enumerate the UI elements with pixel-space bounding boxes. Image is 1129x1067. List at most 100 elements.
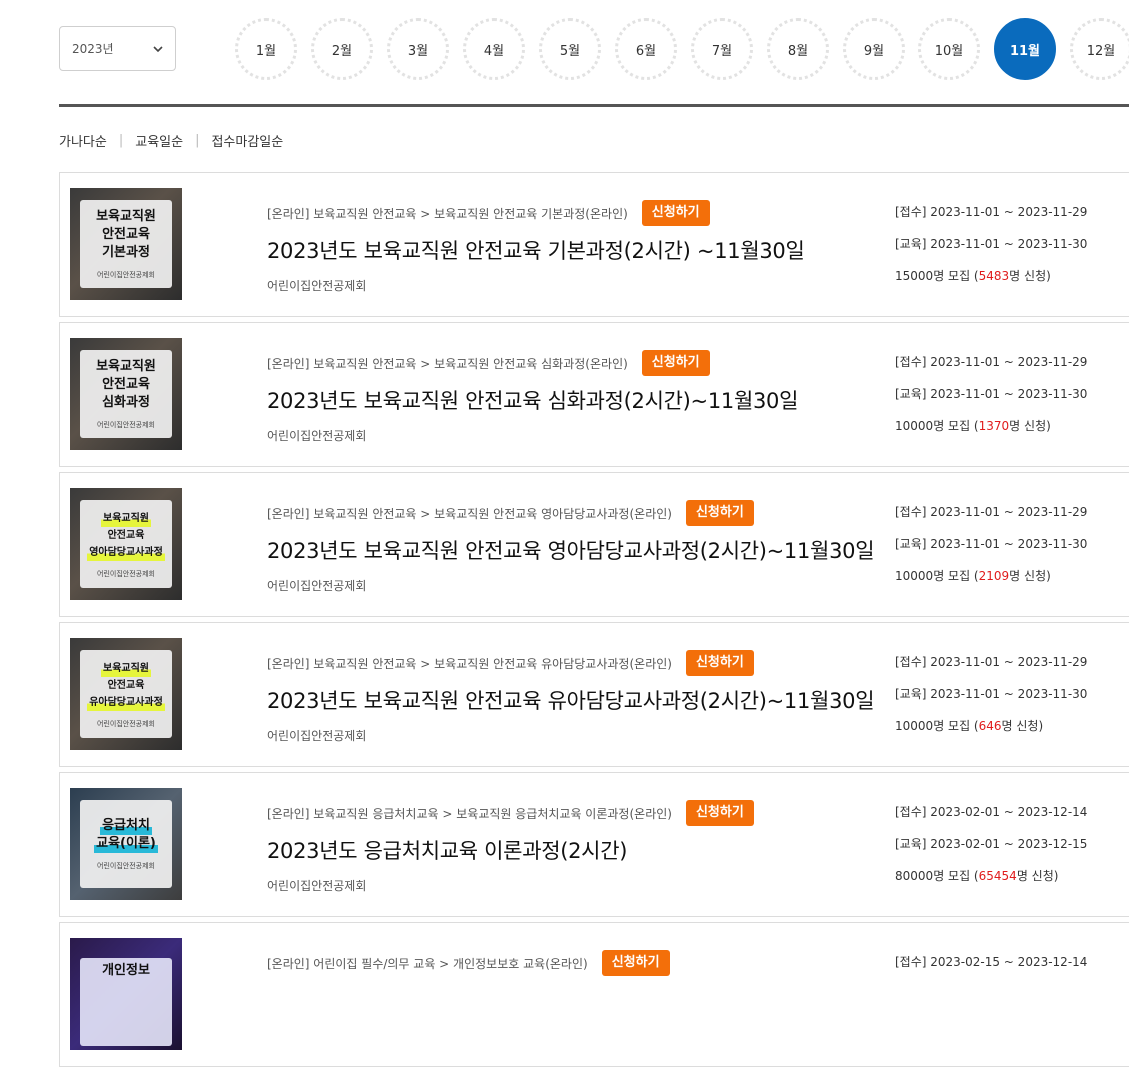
course-organization: 어린이집안전공제회 bbox=[267, 729, 367, 743]
thumbnail-text: 안전교육 bbox=[107, 529, 145, 541]
apply-button[interactable]: 신청하기 bbox=[641, 350, 710, 376]
applied-suffix: 명 신청) bbox=[1001, 719, 1044, 733]
apply-button[interactable]: 신청하기 bbox=[641, 200, 710, 226]
month-button-12[interactable]: 12월 bbox=[1070, 18, 1129, 80]
course-thumbnail[interactable]: 보육교직원 안전교육 영아담당교사과정 어린이집안전공제회 bbox=[70, 488, 182, 600]
thumbnail-text: 영아담당교사과정 bbox=[87, 543, 165, 561]
breadcrumb-text: [온라인] 어린이집 필수/의무 교육 > 개인정보보호 교육(온라인) bbox=[267, 956, 588, 971]
thumbnail-card: 보육교직원 안전교육 기본과정 어린이집안전공제회 bbox=[80, 200, 172, 288]
education-period: [교육] 2023-11-01 ~ 2023-11-30 bbox=[895, 687, 1088, 701]
thumbnail-text: 보육교직원 bbox=[101, 659, 151, 677]
month-selector: 1월 2월 3월 4월 5월 6월 7월 8월 9월 10월 11월 12월 bbox=[235, 18, 1129, 80]
capacity-count: 80000 bbox=[895, 869, 934, 883]
thumbnail-card: 보육교직원 안전교육 심화과정 어린이집안전공제회 bbox=[80, 350, 172, 438]
apply-button[interactable]: 신청하기 bbox=[601, 950, 670, 976]
thumbnail-text: 응급처치 bbox=[100, 817, 152, 835]
thumbnail-org: 어린이집안전공제회 bbox=[97, 421, 155, 429]
chevron-down-icon bbox=[151, 42, 165, 56]
thumbnail-org: 어린이집안전공제회 bbox=[97, 862, 155, 870]
applied-count: 5483 bbox=[978, 269, 1010, 283]
capacity-suffix: 명 모집 ( bbox=[933, 719, 979, 733]
sort-options: 가나다순 | 교육일순 | 접수마감일순 bbox=[59, 131, 283, 150]
thumbnail-text: 안전교육 bbox=[102, 377, 150, 392]
month-button-6[interactable]: 6월 bbox=[615, 18, 677, 80]
course-item[interactable]: 보육교직원 안전교육 기본과정 어린이집안전공제회 [온라인] 보육교직원 안전… bbox=[59, 172, 1129, 317]
month-button-4[interactable]: 4월 bbox=[463, 18, 525, 80]
course-breadcrumb: [온라인] 보육교직원 응급처치교육 > 보육교직원 응급처치교육 이론과정(온… bbox=[267, 800, 754, 826]
course-thumbnail[interactable]: 보육교직원 안전교육 기본과정 어린이집안전공제회 bbox=[70, 188, 182, 300]
month-button-5[interactable]: 5월 bbox=[539, 18, 601, 80]
course-item[interactable]: 보육교직원 안전교육 영아담당교사과정 어린이집안전공제회 [온라인] 보육교직… bbox=[59, 472, 1129, 617]
course-item[interactable]: 응급처치 교육(이론) 어린이집안전공제회 [온라인] 보육교직원 응급처치교육… bbox=[59, 772, 1129, 917]
course-organization: 어린이집안전공제회 bbox=[267, 579, 367, 593]
course-thumbnail[interactable]: 보육교직원 안전교육 심화과정 어린이집안전공제회 bbox=[70, 338, 182, 450]
thumbnail-text: 기본과정 bbox=[102, 245, 150, 260]
applied-suffix: 명 신청) bbox=[1009, 419, 1051, 433]
course-title[interactable]: 2023년도 보육교직원 안전교육 기본과정(2시간) ~11월30일 bbox=[267, 235, 805, 265]
apply-button[interactable]: 신청하기 bbox=[685, 650, 754, 676]
sort-by-name[interactable]: 가나다순 bbox=[59, 131, 107, 150]
thumbnail-card: 보육교직원 안전교육 유아담당교사과정 어린이집안전공제회 bbox=[80, 650, 172, 738]
capacity-suffix: 명 모집 ( bbox=[933, 869, 979, 883]
receipt-period: [접수] 2023-11-01 ~ 2023-11-29 bbox=[895, 205, 1088, 219]
course-title[interactable]: 2023년도 보육교직원 안전교육 심화과정(2시간)~11월30일 bbox=[267, 385, 798, 415]
month-button-7[interactable]: 7월 bbox=[691, 18, 753, 80]
course-item[interactable]: 보육교직원 안전교육 심화과정 어린이집안전공제회 [온라인] 보육교직원 안전… bbox=[59, 322, 1129, 467]
course-title[interactable]: 2023년도 보육교직원 안전교육 유아담당교사과정(2시간)~11월30일 bbox=[267, 685, 875, 715]
breadcrumb-text: [온라인] 보육교직원 안전교육 > 보육교직원 안전교육 유아담당교사과정(온… bbox=[267, 656, 672, 671]
year-select[interactable]: 2023년 bbox=[59, 26, 176, 71]
thumbnail-card: 응급처치 교육(이론) 어린이집안전공제회 bbox=[80, 800, 172, 888]
applied-count: 2109 bbox=[978, 569, 1010, 583]
course-organization: 어린이집안전공제회 bbox=[267, 279, 367, 293]
thumbnail-text: 보육교직원 bbox=[96, 209, 156, 224]
thumbnail-text: 보육교직원 bbox=[101, 509, 151, 527]
thumbnail-org: 어린이집안전공제회 bbox=[97, 719, 155, 728]
thumbnail-text: 교육(이론) bbox=[94, 835, 158, 853]
applied-count: 65454 bbox=[978, 869, 1017, 883]
course-breadcrumb: [온라인] 보육교직원 안전교육 > 보육교직원 안전교육 유아담당교사과정(온… bbox=[267, 650, 754, 676]
sort-separator: | bbox=[118, 133, 124, 148]
month-button-11[interactable]: 11월 bbox=[994, 18, 1056, 80]
thumbnail-text: 안전교육 bbox=[102, 227, 150, 242]
enrollment-status: 80000명 모집 (65454명 신청) bbox=[895, 867, 1058, 884]
applied-count: 646 bbox=[978, 719, 1002, 733]
capacity-count: 10000 bbox=[895, 569, 934, 583]
month-button-9[interactable]: 9월 bbox=[843, 18, 905, 80]
course-breadcrumb: [온라인] 어린이집 필수/의무 교육 > 개인정보보호 교육(온라인) 신청하… bbox=[267, 950, 670, 976]
thumbnail-card: 개인정보 bbox=[80, 958, 172, 1046]
course-thumbnail[interactable]: 개인정보 bbox=[70, 938, 182, 1050]
applied-suffix: 명 신청) bbox=[1009, 269, 1051, 283]
enrollment-status: 10000명 모집 (646명 신청) bbox=[895, 717, 1043, 734]
sort-separator: | bbox=[195, 133, 200, 148]
receipt-period: [접수] 2023-02-15 ~ 2023-12-14 bbox=[895, 955, 1088, 969]
course-breadcrumb: [온라인] 보육교직원 안전교육 > 보육교직원 안전교육 기본과정(온라인) … bbox=[267, 200, 710, 226]
month-button-2[interactable]: 2월 bbox=[311, 18, 373, 80]
thumbnail-text: 유아담당교사과정 bbox=[87, 693, 165, 711]
course-item[interactable]: 보육교직원 안전교육 유아담당교사과정 어린이집안전공제회 [온라인] 보육교직… bbox=[59, 622, 1129, 767]
apply-button[interactable]: 신청하기 bbox=[685, 500, 754, 526]
year-select-value: 2023년 bbox=[72, 42, 114, 56]
course-organization: 어린이집안전공제회 bbox=[267, 879, 367, 893]
sort-by-education-date[interactable]: 교육일순 bbox=[135, 131, 183, 150]
month-button-1[interactable]: 1월 bbox=[235, 18, 297, 80]
course-item[interactable]: 개인정보 [온라인] 어린이집 필수/의무 교육 > 개인정보보호 교육(온라인… bbox=[59, 922, 1129, 1067]
enrollment-status: 10000명 모집 (2109명 신청) bbox=[895, 567, 1051, 584]
month-button-10[interactable]: 10월 bbox=[918, 18, 980, 80]
capacity-suffix: 명 모집 ( bbox=[933, 269, 979, 283]
header-divider bbox=[59, 104, 1129, 107]
course-thumbnail[interactable]: 보육교직원 안전교육 유아담당교사과정 어린이집안전공제회 bbox=[70, 638, 182, 750]
capacity-suffix: 명 모집 ( bbox=[933, 419, 979, 433]
course-thumbnail[interactable]: 응급처치 교육(이론) 어린이집안전공제회 bbox=[70, 788, 182, 900]
capacity-count: 10000 bbox=[895, 719, 934, 733]
apply-button[interactable]: 신청하기 bbox=[685, 800, 754, 826]
education-period: [교육] 2023-11-01 ~ 2023-11-30 bbox=[895, 237, 1088, 251]
month-button-8[interactable]: 8월 bbox=[767, 18, 829, 80]
course-title[interactable]: 2023년도 응급처치교육 이론과정(2시간) bbox=[267, 835, 627, 865]
breadcrumb-text: [온라인] 보육교직원 안전교육 > 보육교직원 안전교육 기본과정(온라인) bbox=[267, 206, 628, 221]
sort-by-deadline[interactable]: 접수마감일순 bbox=[211, 131, 283, 150]
course-organization: 어린이집안전공제회 bbox=[267, 429, 367, 443]
receipt-period: [접수] 2023-11-01 ~ 2023-11-29 bbox=[895, 505, 1088, 519]
course-title[interactable]: 2023년도 보육교직원 안전교육 영아담당교사과정(2시간)~11월30일 bbox=[267, 535, 875, 565]
education-period: [교육] 2023-11-01 ~ 2023-11-30 bbox=[895, 537, 1088, 551]
month-button-3[interactable]: 3월 bbox=[387, 18, 449, 80]
